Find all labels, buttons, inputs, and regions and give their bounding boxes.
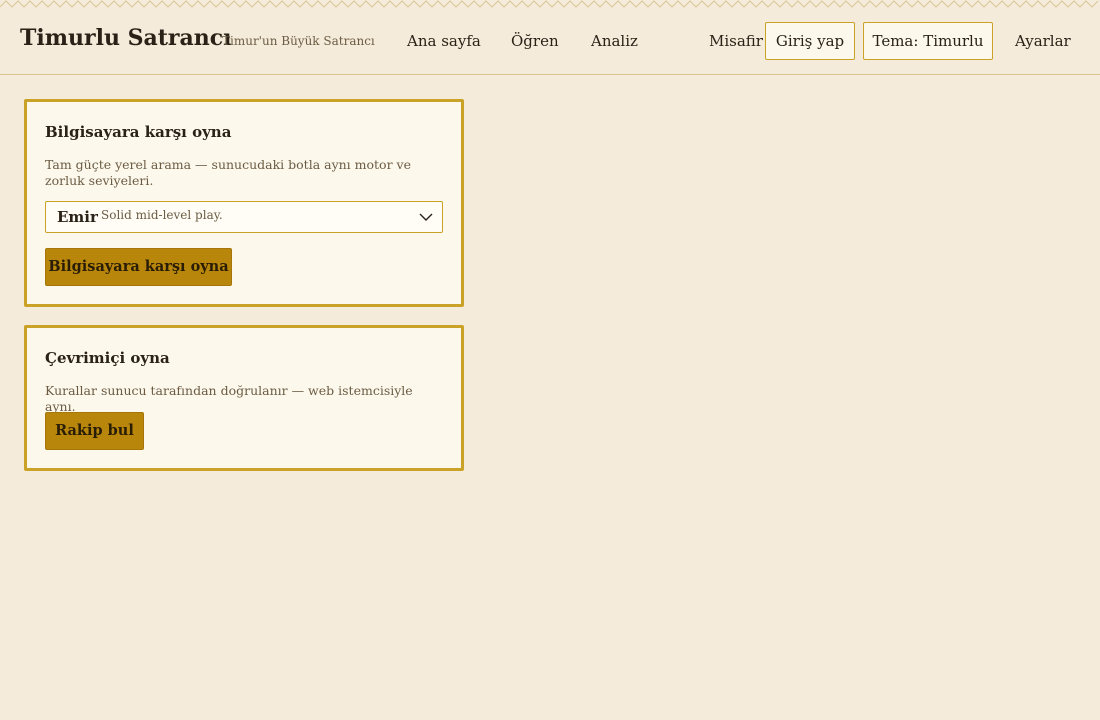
online-play-description: Kurallar sunucu tarafından doğrulanır — …: [45, 383, 413, 414]
play-vs-computer-button[interactable]: Bilgisayara karşı oyna: [45, 248, 232, 286]
chevron-down-icon: [419, 213, 433, 221]
difficulty-level-name: Emir: [57, 208, 98, 226]
online-play-title: Çevrimiçi oyna: [45, 349, 170, 367]
settings-link[interactable]: Ayarlar: [1015, 32, 1071, 50]
theme-button[interactable]: Tema: Timurlu: [863, 22, 993, 60]
site-title[interactable]: Timurlu Satrancı: [20, 25, 232, 51]
top-header: Timurlu Satrancı Timur'un Büyük Satrancı…: [0, 0, 1100, 75]
user-name: Misafir: [709, 32, 763, 50]
site-subtitle: Timur'un Büyük Satrancı: [222, 34, 375, 48]
vs-computer-card: Bilgisayara karşı oyna Tam güçte yerel a…: [24, 99, 464, 307]
nav-learn[interactable]: Öğren: [511, 32, 559, 50]
online-play-card: Çevrimiçi oyna Kurallar sunucu tarafında…: [24, 325, 464, 471]
vs-computer-description: Tam güçte yerel arama — sunucudaki botla…: [45, 157, 411, 188]
difficulty-select[interactable]: Emir Solid mid-level play.: [45, 201, 443, 233]
nav-analysis[interactable]: Analiz: [591, 32, 638, 50]
difficulty-level-note: Solid mid-level play.: [101, 208, 223, 222]
nav-home[interactable]: Ana sayfa: [407, 32, 481, 50]
login-button[interactable]: Giriş yap: [765, 22, 855, 60]
find-opponent-button[interactable]: Rakip bul: [45, 412, 144, 450]
vs-computer-title: Bilgisayara karşı oyna: [45, 123, 232, 141]
